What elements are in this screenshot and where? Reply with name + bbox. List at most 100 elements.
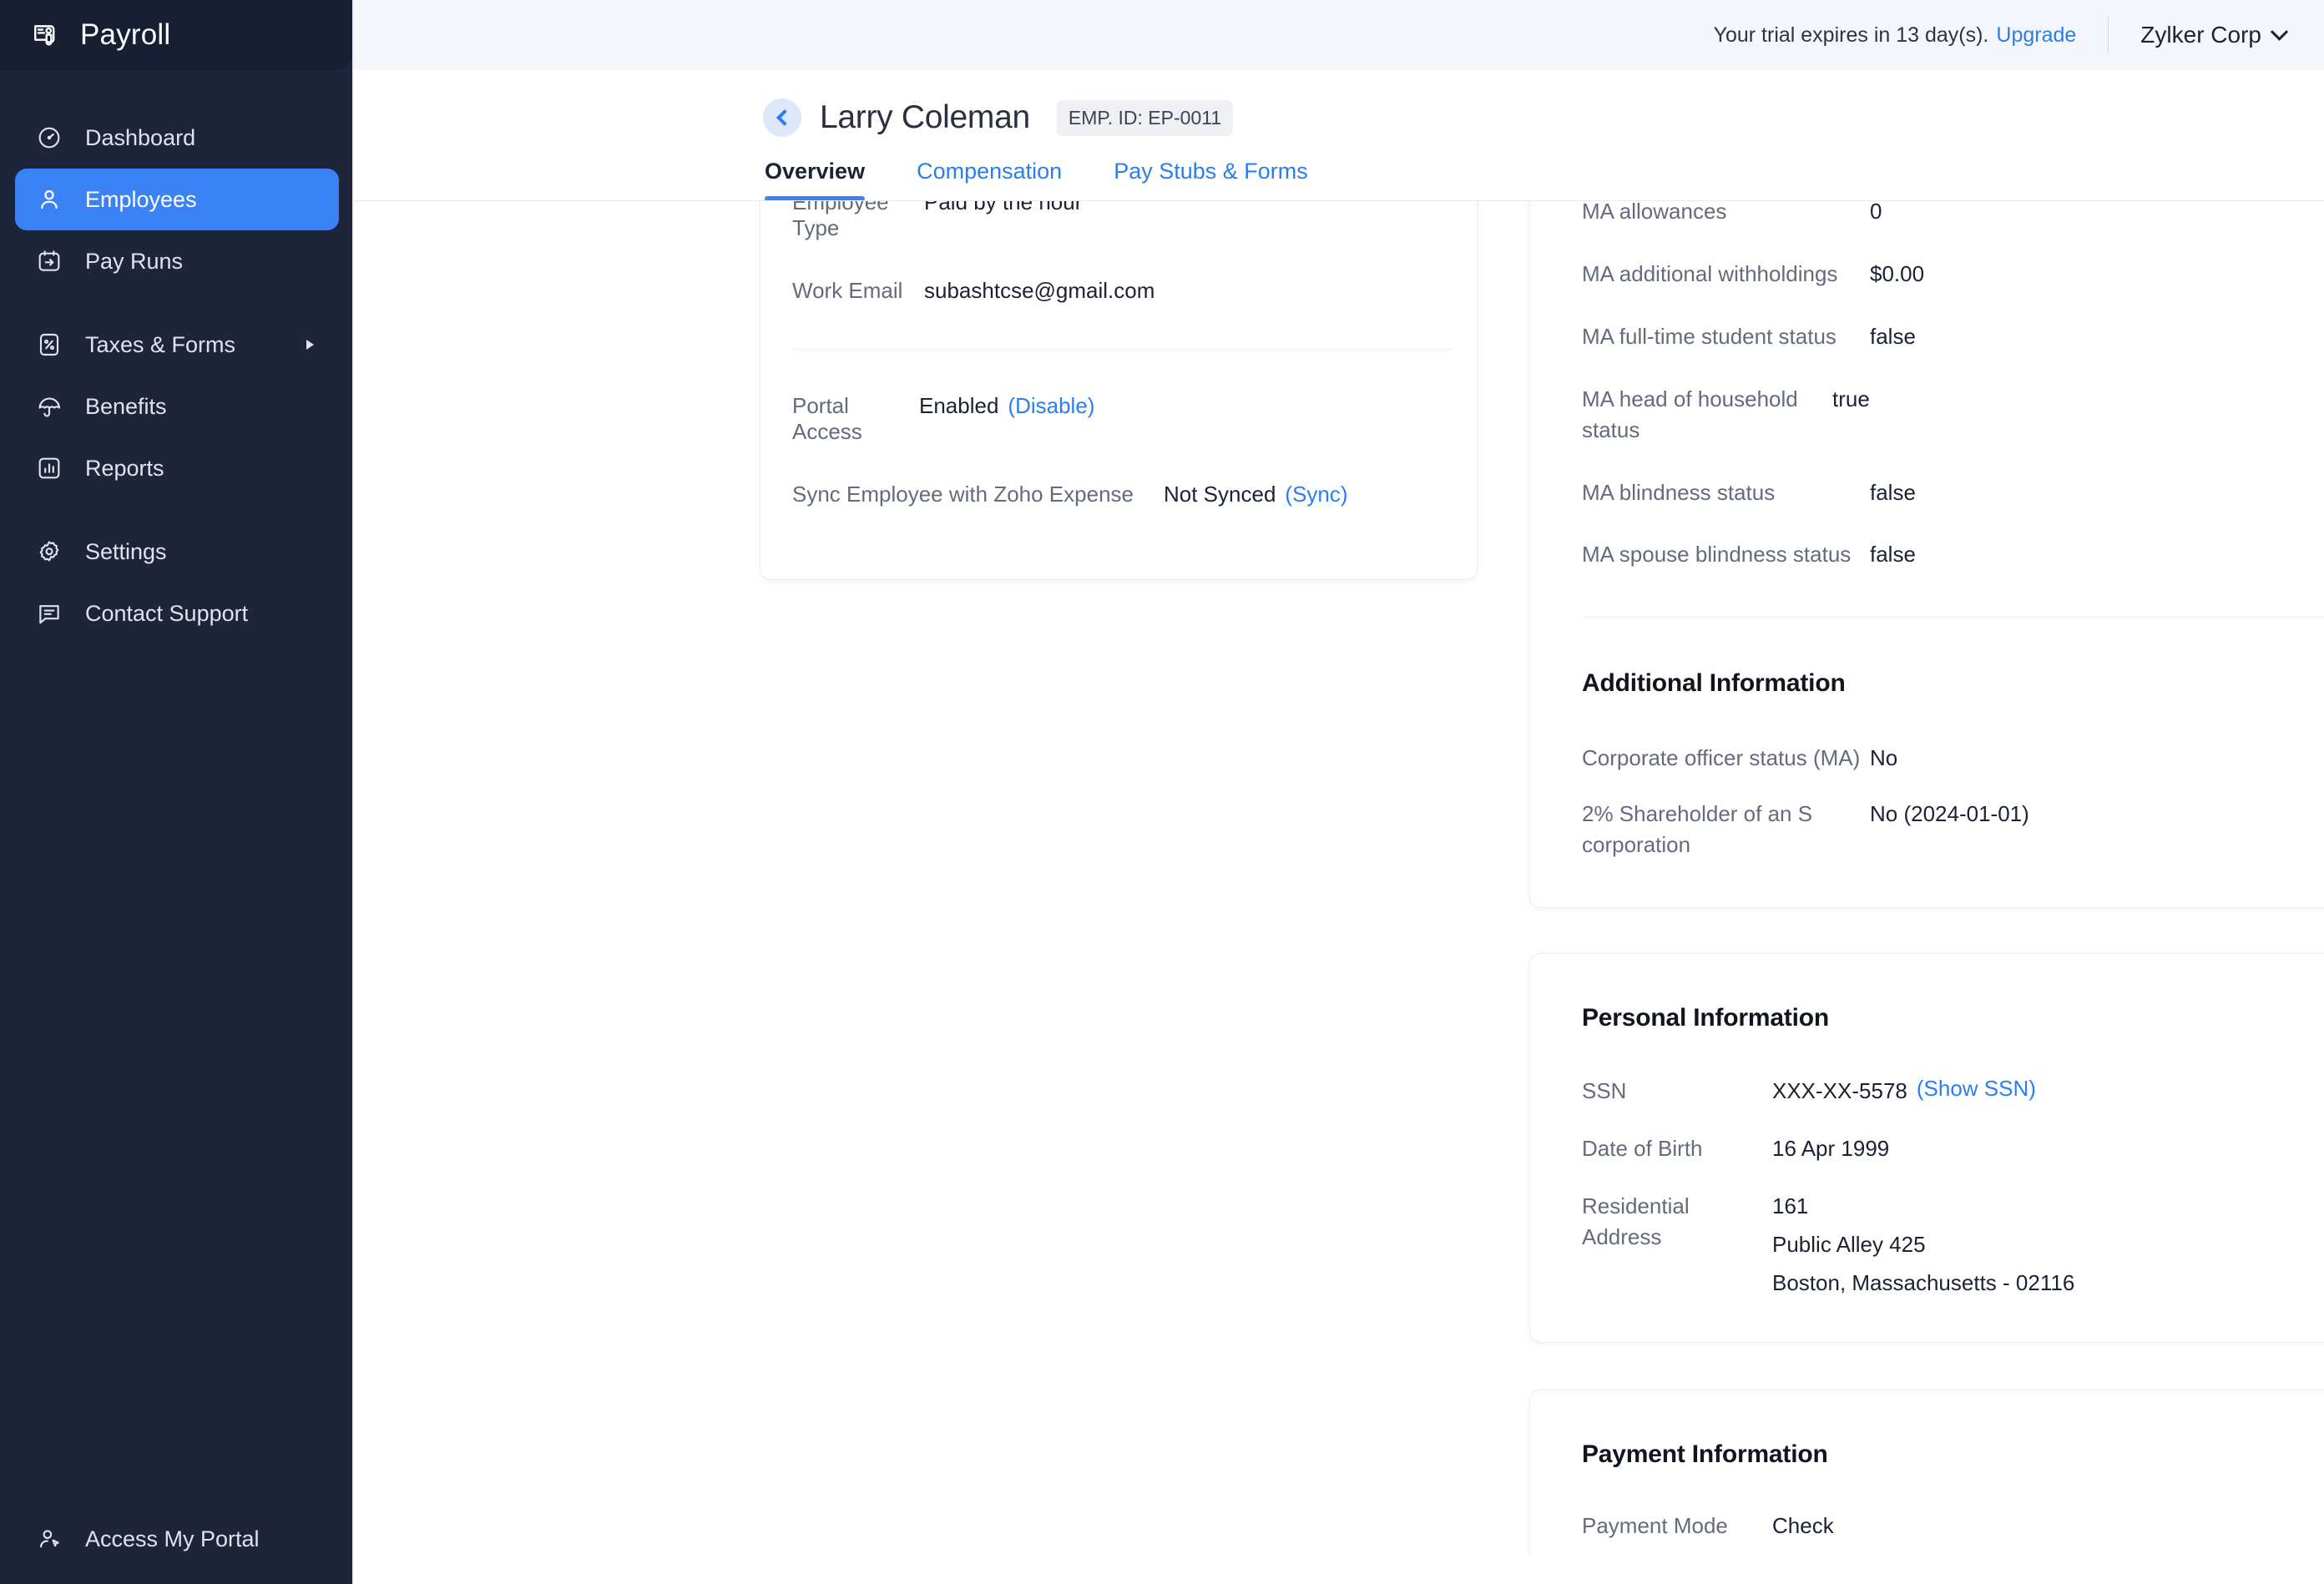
field-label: Employee Type (792, 201, 889, 240)
tab-overview[interactable]: Overview (765, 159, 866, 201)
employee-id-badge: EMP. ID: EP-0011 (1056, 99, 1234, 136)
tab-label: Pay Stubs & Forms (1114, 159, 1308, 184)
tab-bar: Overview Compensation Pay Stubs & Forms (354, 159, 2324, 201)
field-value: No (1870, 745, 1898, 771)
sidebar-item-label: Contact Support (85, 600, 249, 626)
tax-row: MA additional withholdings $0.00 (1582, 259, 2324, 290)
payment-mode-row: Payment Mode Check (1582, 1511, 2324, 1541)
topbar: Your trial expires in 13 day(s). Upgrade… (354, 0, 2324, 70)
field-value-address: 161 Public Alley 425 Boston, Massachuset… (1772, 1191, 2074, 1299)
field-label: Sync Employee with Zoho Expense (792, 482, 1134, 507)
gauge-icon (35, 124, 63, 152)
address-line-3: Boston, Massachusetts - 02116 (1772, 1269, 2075, 1295)
field-value: 16 Apr 1999 (1772, 1135, 1890, 1161)
umbrella-icon (35, 392, 63, 421)
residential-address-row: Residential Address 161 Public Alley 425… (1582, 1191, 2324, 1299)
field-value: false (1870, 323, 1916, 349)
nav-spacer-2 (15, 499, 339, 521)
show-ssn-link[interactable]: (Show SSN) (1917, 1076, 2036, 1102)
additional-info-row: 2% Shareholder of an S corporation No (2… (1582, 799, 2324, 860)
chevron-down-icon (2270, 23, 2289, 41)
field-label: 2% Shareholder of an S corporation (1582, 801, 1813, 858)
sidebar-item-label: Reports (85, 455, 164, 481)
payment-information-card: Payment Information Payment Mode Check (1529, 1389, 2324, 1555)
tab-pay-stubs-forms[interactable]: Pay Stubs & Forms (1114, 159, 1308, 201)
tax-row: MA allowances 0 (1582, 201, 2324, 227)
brand-header: Payroll (0, 0, 354, 70)
sidebar-item-benefits[interactable]: Benefits (15, 376, 339, 437)
scroll-content[interactable]: Employee Type Paid by the hour Work Emai… (354, 201, 2324, 1555)
section-title: Personal Information (1582, 1004, 1830, 1032)
chat-icon (35, 599, 63, 628)
nav-spacer-1 (15, 292, 339, 314)
field-value: false (1870, 479, 1916, 505)
field-label: MA full-time student status (1582, 323, 1836, 349)
field-value: Enabled (919, 393, 999, 418)
payment-information-header: Payment Information (1582, 1429, 2324, 1481)
field-label: MA allowances (1582, 201, 1727, 224)
field-value: Paid by the hour (924, 201, 1083, 214)
upgrade-link[interactable]: Upgrade (1996, 23, 2076, 48)
chevron-right-icon (306, 340, 314, 350)
left-column: Employee Type Paid by the hour Work Emai… (760, 201, 1478, 1555)
vertical-scrollbar[interactable] (2312, 201, 2324, 1555)
sidebar-item-label: Pay Runs (85, 248, 184, 274)
trial-status-text: Your trial expires in 13 day(s). (1713, 23, 1989, 47)
ssn-row: SSN XXX-XX-5578 (Show SSN) (1582, 1076, 2324, 1107)
chevron-left-icon (776, 109, 793, 126)
sidebar-item-label: Employees (85, 186, 197, 212)
org-switcher[interactable]: Zylker Corp (2140, 22, 2289, 48)
additional-information-header: Additional Information (1582, 658, 2324, 709)
access-my-portal-button[interactable]: Access My Portal (0, 1494, 354, 1584)
tax-document-icon (35, 330, 63, 359)
field-label: MA additional withholdings (1582, 260, 1838, 286)
right-column: MA allowances 0 MA additional withholdin… (1529, 201, 2324, 1555)
sidebar-item-dashboard[interactable]: Dashboard (15, 107, 339, 169)
sidebar-item-reports[interactable]: Reports (15, 437, 339, 499)
sidebar-item-pay-runs[interactable]: Pay Runs (15, 230, 339, 292)
sidebar-item-employees[interactable]: Employees (15, 169, 339, 230)
field-value: false (1870, 542, 1916, 568)
field-value: $0.00 (1870, 260, 1925, 286)
date-of-birth-row: Date of Birth 16 Apr 1999 (1582, 1133, 2324, 1164)
field-label: Payment Mode (1582, 1512, 1728, 1538)
sidebar-nav: Dashboard Employees Pay Runs Taxes & For… (0, 70, 354, 644)
tab-label: Compensation (917, 159, 1063, 184)
employment-details-card: Employee Type Paid by the hour Work Emai… (760, 201, 1478, 580)
sidebar: Payroll Dashboard Employees Pay Runs Tax… (0, 0, 354, 1584)
field-value: No (2024-01-01) (1870, 801, 2029, 827)
field-label: Date of Birth (1582, 1135, 1703, 1161)
tax-row: MA blindness status false (1582, 477, 2324, 508)
portal-access-row: Portal Access Enabled (Disable) (792, 393, 1430, 445)
field-label: Portal Access (792, 393, 862, 444)
topbar-divider (2108, 16, 2109, 54)
field-label: SSN (1582, 1078, 1627, 1104)
disable-portal-link[interactable]: (Disable) (1008, 393, 1094, 419)
page-header: Larry Coleman EMP. ID: EP-0011 Overview … (354, 70, 2324, 201)
field-label: MA spouse blindness status (1582, 542, 1852, 568)
employment-row: Employee Type Paid by the hour (792, 201, 1430, 241)
two-column-layout: Employee Type Paid by the hour Work Emai… (354, 201, 2324, 1555)
back-button[interactable] (763, 98, 801, 137)
field-label: MA blindness status (1582, 479, 1776, 505)
field-value: Check (1772, 1512, 1834, 1538)
sidebar-item-contact-support[interactable]: Contact Support (15, 583, 339, 644)
field-value: subashtcse@gmail.com (924, 278, 1155, 303)
additional-info-row: Corporate officer status (MA) No (1582, 743, 2324, 774)
sidebar-item-settings[interactable]: Settings (15, 521, 339, 583)
sidebar-item-label: Benefits (85, 393, 167, 419)
zoho-expense-sync-row: Sync Employee with Zoho Expense Not Sync… (792, 482, 1430, 507)
sidebar-item-taxes-forms[interactable]: Taxes & Forms (15, 314, 339, 376)
address-line-2: Public Alley 425 (1772, 1231, 1926, 1257)
tax-withholding-card: MA allowances 0 MA additional withholdin… (1529, 201, 2324, 909)
tab-compensation[interactable]: Compensation (917, 159, 1062, 201)
tax-row: MA full-time student status false (1582, 321, 2324, 352)
field-label: Corporate officer status (MA) (1582, 745, 1861, 771)
title-row: Larry Coleman EMP. ID: EP-0011 (354, 98, 2324, 137)
field-value: 0 (1870, 201, 1882, 224)
page-title: Larry Coleman (820, 99, 1030, 135)
sidebar-item-label: Taxes & Forms (85, 331, 236, 357)
sync-link[interactable]: (Sync) (1285, 482, 1347, 507)
tab-label: Overview (765, 159, 866, 184)
user-icon (35, 185, 63, 214)
